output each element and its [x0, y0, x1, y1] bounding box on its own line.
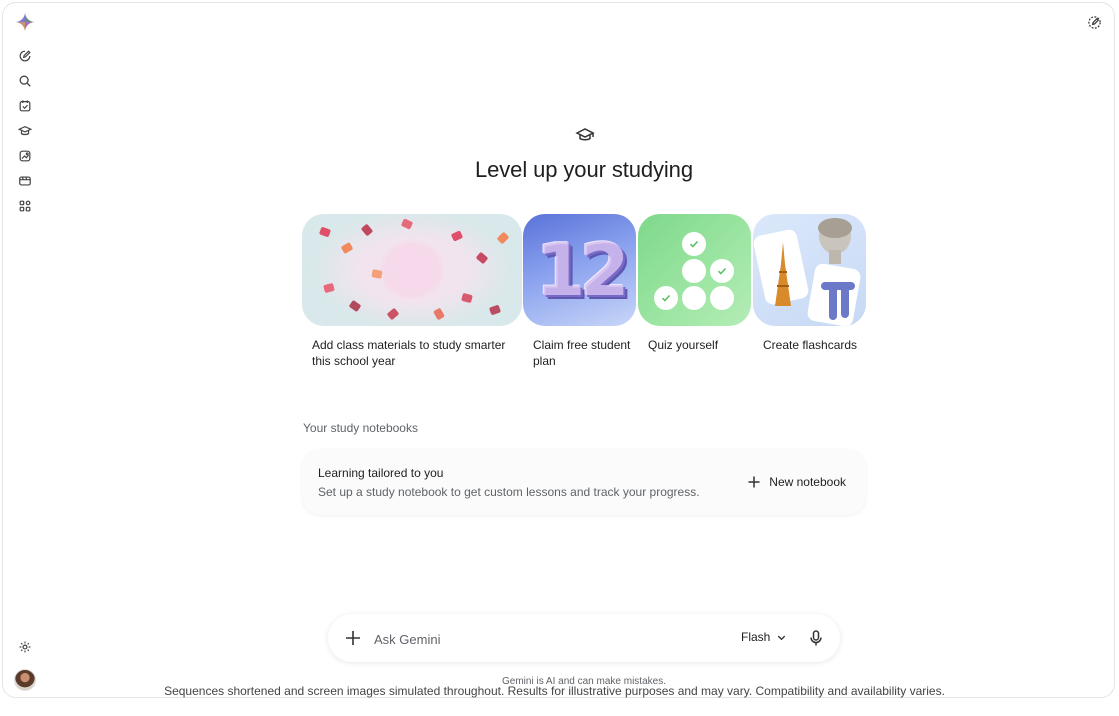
gemini-logo-icon[interactable]	[14, 11, 36, 33]
page-title: Level up your studying	[475, 157, 693, 182]
app-window: Level up your studying Add class materia…	[2, 2, 1115, 698]
plus-icon	[748, 476, 760, 488]
chevron-down-icon	[778, 635, 786, 640]
empty-dot	[710, 286, 734, 310]
card-create-flashcards[interactable]: Create flashcards	[753, 214, 866, 353]
apps-icon[interactable]	[16, 197, 34, 215]
notebooks-heading: Your study notebooks	[303, 421, 418, 435]
card-label: Create flashcards	[763, 338, 858, 352]
edit-icon[interactable]	[1084, 12, 1104, 32]
search-icon[interactable]	[16, 72, 34, 90]
microphone-icon[interactable]	[807, 629, 825, 647]
card-image	[302, 214, 522, 326]
notebook-card-subtitle: Set up a study notebook to get custom le…	[318, 485, 700, 499]
notebook-card: Learning tailored to you Set up a study …	[302, 449, 866, 515]
card-image: 12	[523, 214, 636, 326]
new-chat-icon[interactable]	[16, 47, 34, 65]
check-icon	[682, 232, 706, 256]
plus-icon[interactable]	[344, 629, 362, 647]
number-graphic: 12	[535, 228, 629, 312]
card-claim-student-plan[interactable]: 12 Claim free student plan	[523, 214, 636, 369]
video-caption: Sequences shortened and screen images si…	[164, 684, 945, 698]
empty-dot	[682, 259, 706, 283]
card-label: Quiz yourself	[648, 338, 719, 352]
card-image	[753, 214, 866, 326]
model-selector[interactable]: Flash	[741, 630, 787, 644]
new-notebook-button[interactable]: New notebook	[747, 471, 846, 493]
card-quiz-yourself[interactable]: Quiz yourself	[638, 214, 751, 353]
learning-icon[interactable]	[16, 122, 34, 140]
card-image	[638, 214, 751, 326]
model-label: Flash	[741, 630, 771, 644]
gear-icon[interactable]	[16, 638, 34, 656]
check-icon	[710, 259, 734, 283]
prompt-input[interactable]	[372, 628, 706, 650]
card-label: Claim free student plan	[533, 338, 631, 368]
graduation-cap-icon	[575, 125, 595, 145]
new-notebook-label: New notebook	[769, 475, 846, 489]
empty-dot	[682, 286, 706, 310]
notebook-card-title: Learning tailored to you	[318, 466, 444, 480]
tasks-icon[interactable]	[16, 97, 34, 115]
card-label: Add class materials to study smarter thi…	[312, 338, 506, 368]
prompt-bar: Flash	[328, 614, 840, 662]
flashcards-illustration	[753, 218, 861, 326]
check-icon	[654, 286, 678, 310]
card-add-class-materials[interactable]: Add class materials to study smarter thi…	[302, 214, 522, 369]
